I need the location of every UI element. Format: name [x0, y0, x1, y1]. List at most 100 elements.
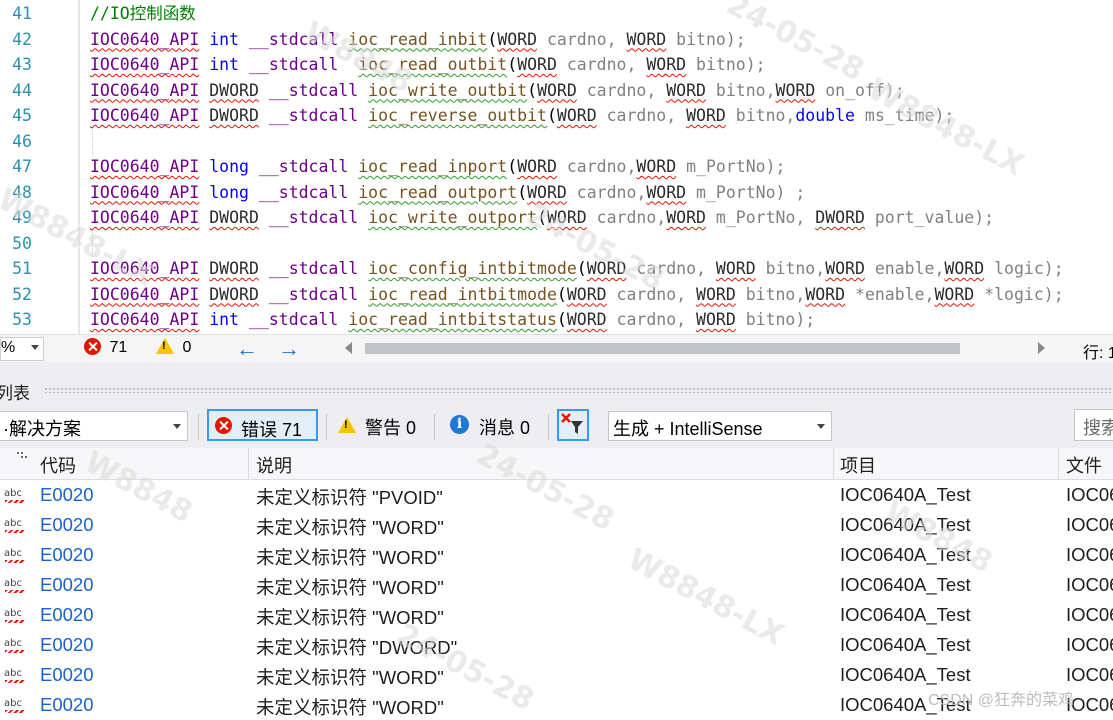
- code-token: __stdcall: [258, 182, 349, 202]
- code-line[interactable]: 42 IOC0640_API int __stdcall ioc_read_inb…: [0, 27, 1113, 53]
- code-text[interactable]: IOC0640_API DWORD __stdcall ioc_reverse_…: [90, 103, 954, 129]
- code-line[interactable]: 53 IOC0640_API int __stdcall ioc_read_int…: [0, 307, 1113, 333]
- code-line[interactable]: 46: [0, 129, 1113, 155]
- code-text[interactable]: IOC0640_API int __stdcall ioc_read_inbit…: [90, 27, 746, 53]
- code-text[interactable]: IOC0640_API DWORD __stdcall ioc_config_i…: [90, 256, 1064, 282]
- code-token: WORD: [696, 284, 736, 304]
- code-token: cardno,: [537, 29, 627, 49]
- toolbar-separator: [326, 414, 327, 440]
- scope-dropdown[interactable]: ·解决方案: [0, 411, 188, 441]
- code-token: (: [537, 208, 547, 227]
- column-header-code[interactable]: 代码: [40, 452, 76, 478]
- error-file: IOC06: [1066, 544, 1113, 565]
- error-list-title-bar[interactable]: 列表: [0, 372, 1113, 406]
- errors-filter-button[interactable]: 错误 71: [207, 409, 318, 441]
- code-token: (: [487, 29, 498, 49]
- error-description: 未定义标识符 "WORD": [256, 547, 444, 568]
- code-token: *logic);: [974, 284, 1064, 304]
- code-line[interactable]: 48 IOC0640_API long __stdcall ioc_read_ou…: [0, 180, 1113, 206]
- splitter[interactable]: [0, 362, 1113, 372]
- navigate-forward-icon[interactable]: →: [278, 336, 300, 362]
- code-token: bitno);: [666, 29, 746, 49]
- code-editor[interactable]: 41 //IO控制函数 42 IOC0640_API int __stdcall io…: [0, 0, 1113, 334]
- code-line[interactable]: 52 IOC0640_API DWORD __stdcall ioc_read_i…: [0, 282, 1113, 308]
- error-code-link[interactable]: E0020: [40, 694, 94, 716]
- code-token: WORD: [497, 29, 538, 49]
- navigate-back-icon[interactable]: ←: [236, 336, 258, 362]
- messages-filter-button[interactable]: i 消息 0: [450, 409, 540, 441]
- error-code-link[interactable]: E0020: [40, 604, 94, 626]
- code-line[interactable]: 49 IOC0640_API DWORD __stdcall ioc_write_…: [0, 205, 1113, 231]
- code-line[interactable]: 47 IOC0640_API long __stdcall ioc_read_in…: [0, 154, 1113, 180]
- error-description: 未定义标识符 "WORD": [256, 577, 444, 598]
- code-token: DWORD: [209, 106, 259, 125]
- error-code-link[interactable]: E0020: [40, 664, 94, 686]
- code-token: IOC0640_API: [90, 29, 200, 49]
- error-code-link[interactable]: E0020: [40, 484, 94, 506]
- column-divider[interactable]: [833, 448, 834, 479]
- code-text[interactable]: IOC0640_API int __stdcall ioc_read_intbi…: [90, 307, 815, 333]
- column-header-file[interactable]: 文件: [1066, 452, 1102, 478]
- error-row[interactable]: abc E0020 未定义标识符 "PVOID" IOC0640A_Test IOC06: [0, 480, 1113, 510]
- code-text[interactable]: IOC0640_API long __stdcall ioc_read_inpo…: [90, 154, 785, 180]
- column-header-project[interactable]: 项目: [840, 452, 876, 478]
- column-divider[interactable]: [1058, 448, 1059, 479]
- warnings-filter-button[interactable]: 警告 0: [336, 409, 426, 441]
- warning-count: 0: [182, 339, 192, 356]
- scroll-right-icon[interactable]: [1038, 342, 1045, 354]
- error-code-link[interactable]: E0020: [40, 514, 94, 536]
- error-row[interactable]: abc E0020 未定义标识符 "WORD" IOC0640A_Test IOC06: [0, 570, 1113, 600]
- code-line[interactable]: 51 IOC0640_API DWORD __stdcall ioc_config…: [0, 256, 1113, 282]
- error-row[interactable]: abc E0020 未定义标识符 "WORD" IOC0640A_Test IOC06: [0, 540, 1113, 570]
- code-token: (: [556, 284, 567, 304]
- build-filter-dropdown[interactable]: 生成 + IntelliSense: [608, 411, 832, 441]
- code-line[interactable]: 45 IOC0640_API DWORD __stdcall ioc_revers…: [0, 103, 1113, 129]
- code-token: m_PortNo);: [676, 157, 786, 176]
- error-row[interactable]: abc E0020 未定义标识符 "WORD" IOC0640A_Test IOC06: [0, 510, 1113, 540]
- code-token: WORD: [586, 259, 627, 278]
- code-line[interactable]: 43 IOC0640_API int __stdcall ioc_read_out…: [0, 52, 1113, 78]
- scroll-left-icon[interactable]: [345, 342, 352, 354]
- horizontal-scrollbar[interactable]: [345, 341, 1045, 355]
- code-token: cardno,: [556, 55, 647, 74]
- code-token: WORD: [934, 284, 975, 304]
- drag-grip[interactable]: [44, 387, 1113, 393]
- code-text[interactable]: IOC0640_API long __stdcall ioc_read_outp…: [90, 180, 805, 206]
- code-token: IOC0640_API: [90, 157, 200, 176]
- code-text[interactable]: IOC0640_API DWORD __stdcall ioc_write_ou…: [90, 78, 905, 104]
- code-line[interactable]: 50: [0, 231, 1113, 257]
- error-code-link[interactable]: E0020: [40, 574, 94, 596]
- code-token: bitno,: [755, 259, 826, 278]
- column-divider[interactable]: [248, 448, 249, 479]
- code-token: double: [795, 106, 855, 125]
- error-count-indicator[interactable]: 71: [84, 338, 127, 357]
- warning-count-indicator[interactable]: 0: [156, 338, 191, 357]
- code-text[interactable]: IOC0640_API DWORD __stdcall ioc_write_ou…: [90, 205, 994, 231]
- code-token: IOC0640_API: [90, 55, 200, 74]
- code-token: bitno);: [686, 55, 766, 74]
- scrollbar-thumb[interactable]: [365, 343, 960, 354]
- code-token: WORD: [636, 157, 677, 176]
- code-text[interactable]: //IO控制函数: [90, 1, 196, 27]
- filter-toggle-button[interactable]: [557, 409, 589, 441]
- zoom-dropdown[interactable]: %: [0, 337, 44, 361]
- error-code-link[interactable]: E0020: [40, 544, 94, 566]
- code-line[interactable]: 41 //IO控制函数: [0, 1, 1113, 27]
- code-token: enable,: [864, 259, 945, 278]
- chevron-down-icon: [31, 345, 39, 350]
- column-header-description[interactable]: 说明: [256, 452, 292, 478]
- error-code-link[interactable]: E0020: [40, 634, 94, 656]
- error-row[interactable]: abc E0020 未定义标识符 "WORD" IOC0640A_Test IOC06: [0, 600, 1113, 630]
- error-row[interactable]: abc E0020 未定义标识符 "DWORD" IOC0640A_Test IOC06: [0, 630, 1113, 660]
- code-line[interactable]: 44 IOC0640_API DWORD __stdcall ioc_write_…: [0, 78, 1113, 104]
- chevron-down-icon: [173, 424, 181, 429]
- warning-icon: [156, 338, 174, 354]
- error-project: IOC0640A_Test: [840, 574, 971, 595]
- line-number: 50: [12, 233, 32, 253]
- code-token: WORD: [566, 284, 607, 304]
- code-text[interactable]: IOC0640_API DWORD __stdcall ioc_read_int…: [90, 282, 1064, 308]
- code-text[interactable]: IOC0640_API int __stdcall ioc_read_outbi…: [90, 52, 766, 78]
- column-options-icon[interactable]: [16, 451, 28, 463]
- search-input[interactable]: 搜索: [1074, 409, 1113, 441]
